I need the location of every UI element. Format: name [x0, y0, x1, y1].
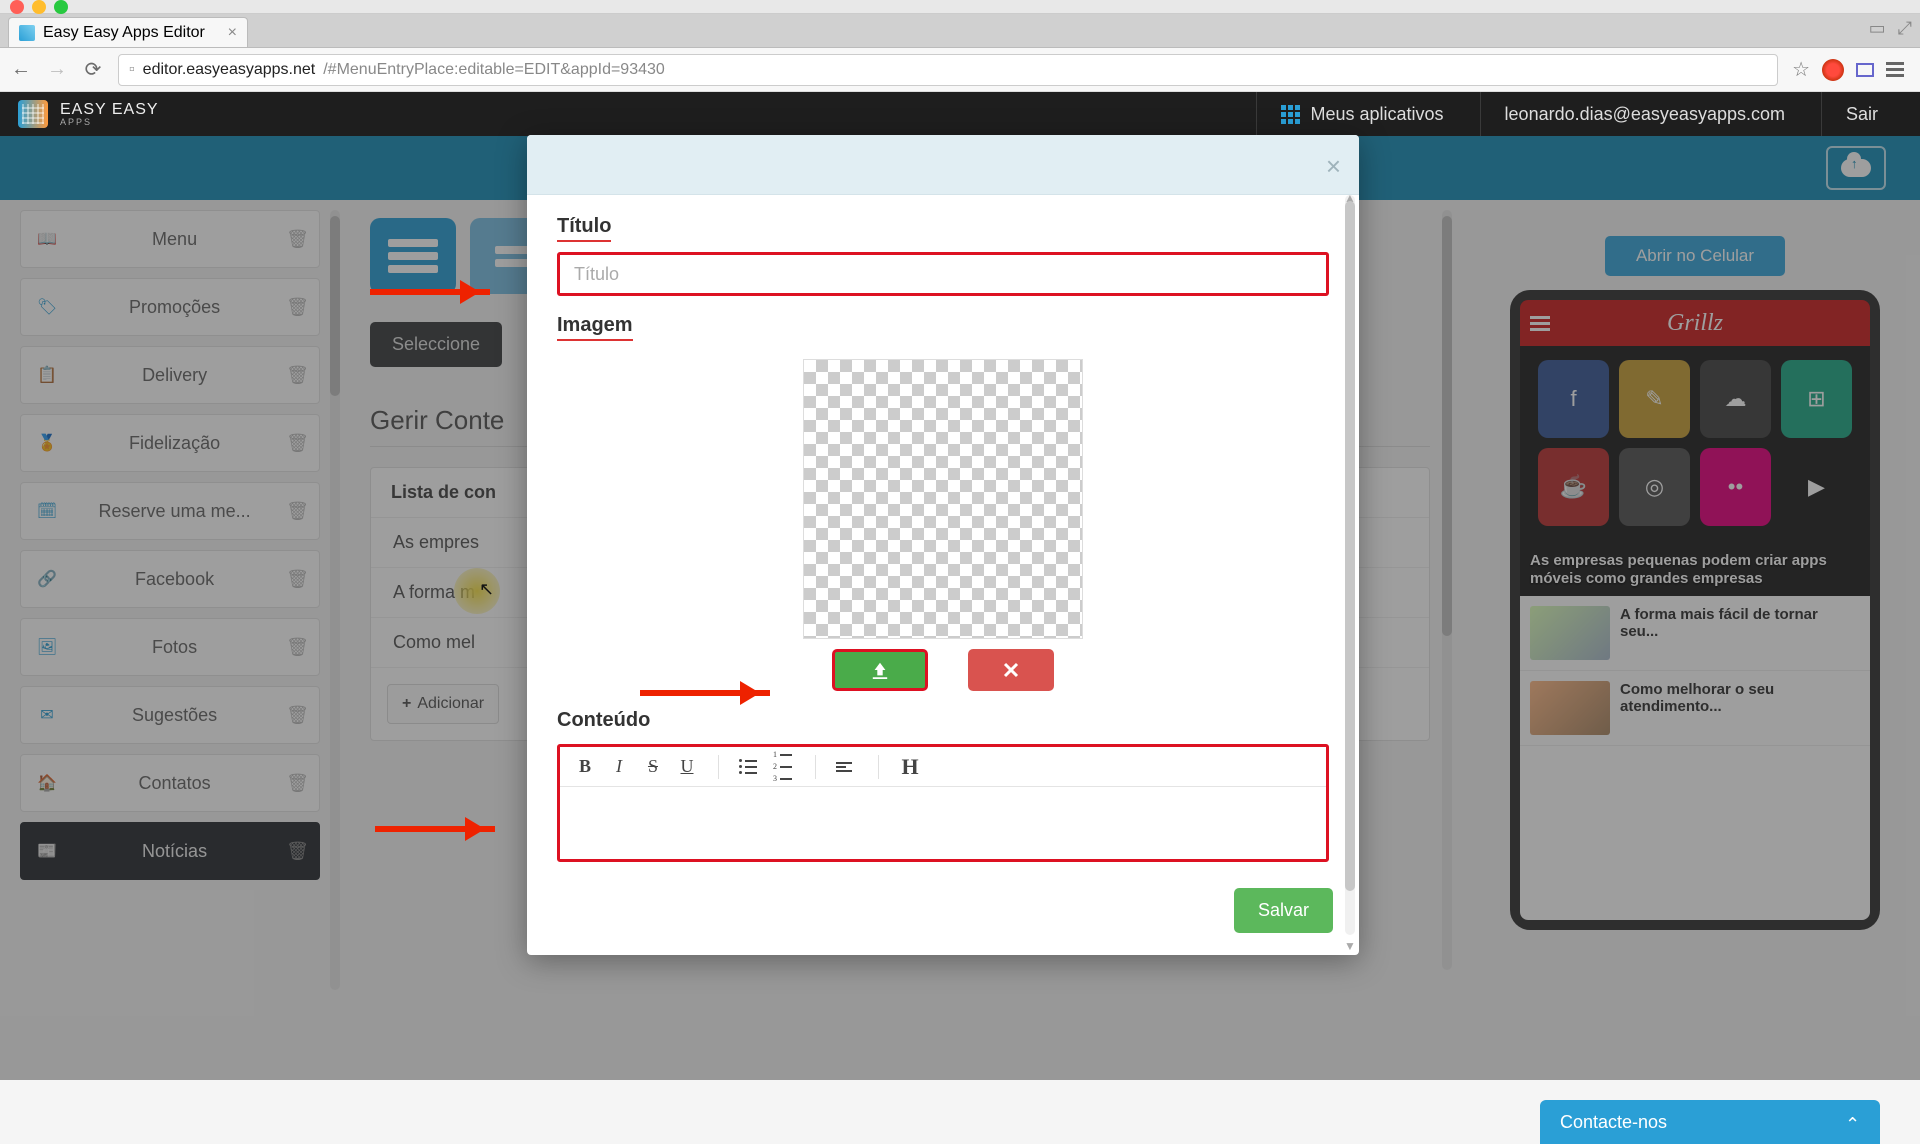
forward-button[interactable]: → [46, 59, 68, 81]
image-placeholder [803, 359, 1083, 639]
modal-scrollbar[interactable]: ▲ ▼ [1345, 195, 1355, 935]
browser-tab-strip: Easy Easy Apps Editor × ▭ ⤢ [0, 14, 1920, 48]
my-apps-link[interactable]: Meus aplicativos [1256, 92, 1467, 136]
reload-button[interactable]: ⟳ [82, 59, 104, 81]
bookmark-icon[interactable] [1792, 57, 1810, 82]
user-email-label: leonardo.dias@easyeasyapps.com [1505, 104, 1785, 125]
heading-button[interactable]: H [899, 754, 921, 780]
align-button[interactable] [836, 760, 858, 774]
chrome-menu-icon[interactable] [1886, 62, 1904, 77]
save-button-label: Salvar [1258, 900, 1309, 920]
url-path: /#MenuEntryPlace:editable=EDIT&appId=934… [323, 61, 665, 79]
modal-footer: Salvar [527, 874, 1359, 955]
chevron-up-icon: ⌄ [1845, 1112, 1860, 1133]
extension-icon[interactable] [1822, 59, 1844, 81]
content-label: Conteúdo [557, 709, 650, 734]
italic-button[interactable]: I [608, 756, 630, 777]
expand-icon[interactable]: ⤢ [1898, 18, 1912, 39]
underline-button[interactable]: U [676, 756, 698, 777]
close-icon [1003, 662, 1019, 678]
editor-toolbar: B I S U 123 H [560, 747, 1326, 787]
macos-minimize[interactable] [32, 0, 46, 14]
scroll-down-icon[interactable]: ▼ [1344, 939, 1356, 953]
browser-tab[interactable]: Easy Easy Apps Editor × [8, 17, 248, 47]
remove-image-button[interactable] [968, 649, 1054, 691]
save-button[interactable]: Salvar [1234, 888, 1333, 933]
strike-button[interactable]: S [642, 756, 664, 777]
brand-line1: EASY EASY [60, 101, 159, 118]
tab-title: Easy Easy Apps Editor [43, 24, 205, 42]
user-email[interactable]: leonardo.dias@easyeasyapps.com [1480, 92, 1809, 136]
page-icon: ▫ [129, 61, 135, 79]
ordered-list-button[interactable]: 123 [773, 750, 795, 783]
upload-icon [869, 661, 891, 679]
brand-line2: APPS [60, 118, 159, 127]
title-label: Título [557, 215, 611, 242]
title-input[interactable] [557, 252, 1329, 296]
app-logo-icon [18, 100, 48, 128]
tab-favicon [19, 25, 35, 41]
logout-label: Sair [1846, 104, 1878, 125]
tab-close-icon[interactable]: × [228, 24, 237, 42]
contact-tab-label: Contacte-nos [1560, 1112, 1667, 1133]
modal-close-icon[interactable]: × [1326, 151, 1341, 182]
bullet-list-button[interactable] [739, 759, 761, 774]
present-icon[interactable] [1856, 63, 1874, 77]
macos-close[interactable] [10, 0, 24, 14]
address-bar[interactable]: ▫ editor.easyeasyapps.net /#MenuEntryPlac… [118, 54, 1778, 86]
upload-image-button[interactable] [832, 649, 928, 691]
window-controls: ▭ ⤢ [1869, 18, 1912, 39]
app-brand: EASY EASY APPS [60, 102, 159, 127]
annotation-arrow [370, 289, 490, 295]
editor: B I S U 123 H [557, 744, 1329, 862]
modal-dialog: × Título Imagem Conteúdo [527, 135, 1359, 955]
macos-zoom[interactable] [54, 0, 68, 14]
image-label: Imagem [557, 314, 633, 341]
back-button[interactable]: ← [10, 59, 32, 81]
browser-toolbar: ← → ⟳ ▫ editor.easyeasyapps.net /#MenuEnt… [0, 48, 1920, 92]
logout-link[interactable]: Sair [1821, 92, 1902, 136]
url-host: editor.easyeasyapps.net [143, 61, 316, 79]
bold-button[interactable]: B [574, 756, 596, 777]
annotation-arrow [640, 690, 770, 696]
modal-header: × [527, 135, 1359, 195]
macos-titlebar [0, 0, 1920, 14]
modal-body: Título Imagem Conteúdo B I [527, 195, 1359, 874]
account-icon[interactable]: ▭ [1869, 18, 1886, 39]
annotation-arrow [375, 826, 495, 832]
editor-textarea[interactable] [560, 787, 1326, 859]
app-header: EASY EASY APPS Meus aplicativos leonardo… [0, 92, 1920, 136]
grid-icon [1281, 105, 1300, 124]
my-apps-label: Meus aplicativos [1310, 104, 1443, 125]
contact-tab[interactable]: Contacte-nos ⌄ [1540, 1100, 1880, 1144]
